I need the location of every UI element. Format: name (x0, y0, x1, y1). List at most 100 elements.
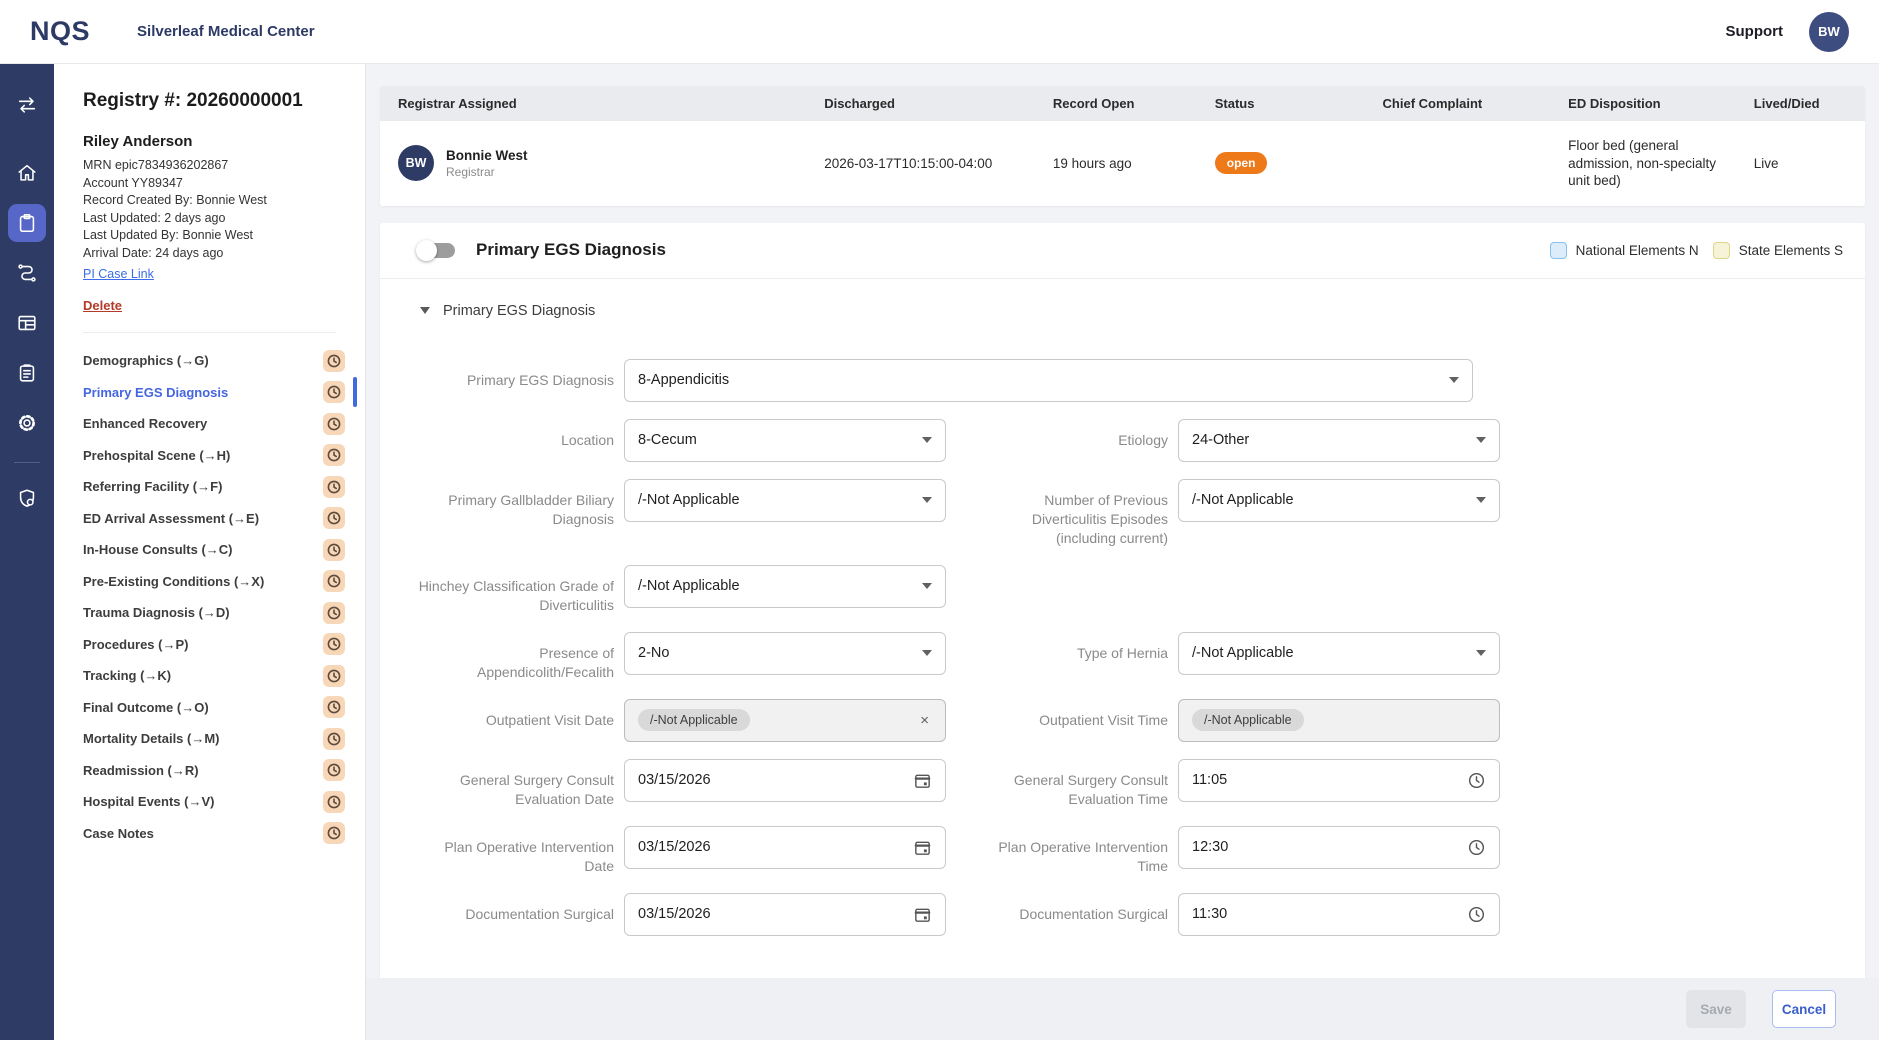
section-header: Primary EGS Diagnosis National Elements … (380, 223, 1865, 279)
settings-gear-icon[interactable] (8, 404, 46, 442)
nav-item-pre-existing-conditions[interactable]: Pre-Existing Conditions (→X) (83, 566, 365, 598)
reports-table-icon[interactable] (8, 304, 46, 342)
calendar-icon[interactable] (913, 838, 932, 857)
arrival-date: Arrival Date: 24 days ago (83, 245, 365, 263)
registry-clipboard-icon[interactable] (8, 204, 46, 242)
nav-item-tracking[interactable]: Tracking (→K) (83, 660, 365, 692)
record-open-value: 19 hours ago (1035, 121, 1197, 206)
top-bar: NQS Silverleaf Medical Center Support BW (0, 0, 1879, 64)
section-status-clock-icon[interactable] (323, 728, 345, 750)
col-discharged: Discharged (806, 86, 1035, 121)
section-status-clock-icon[interactable] (323, 350, 345, 372)
col-chief-complaint: Chief Complaint (1365, 86, 1551, 121)
route-icon[interactable] (8, 254, 46, 292)
section-status-clock-icon[interactable] (323, 381, 345, 403)
dropdown-caret-icon (1449, 377, 1459, 383)
nav-item-case-notes[interactable]: Case Notes (83, 818, 365, 850)
delete-record-link[interactable]: Delete (83, 298, 122, 313)
nav-item-primary-egs-diagnosis[interactable]: Primary EGS Diagnosis (83, 377, 365, 409)
field-label-plan-operative-time: Plan Operative Intervention Time (982, 826, 1168, 876)
section-status-clock-icon[interactable] (323, 570, 345, 592)
nav-item-final-outcome[interactable]: Final Outcome (→O) (83, 692, 365, 724)
user-avatar[interactable]: BW (1809, 12, 1849, 52)
last-updated-by: Last Updated By: Bonnie West (83, 227, 365, 245)
nav-item-referring-facility[interactable]: Referring Facility (→F) (83, 471, 365, 503)
outpatient-visit-date-field[interactable]: /-Not Applicable × (624, 699, 946, 742)
section-status-clock-icon[interactable] (323, 413, 345, 435)
section-status-clock-icon[interactable] (323, 444, 345, 466)
nav-item-in-house-consults[interactable]: In-House Consults (→C) (83, 534, 365, 566)
section-status-clock-icon[interactable] (323, 822, 345, 844)
record-created-by: Record Created By: Bonnie West (83, 192, 365, 210)
support-link[interactable]: Support (1726, 23, 1784, 40)
calendar-icon[interactable] (913, 771, 932, 790)
cancel-button[interactable]: Cancel (1772, 990, 1836, 1028)
ed-disposition-value: Floor bed (general admission, non-specia… (1550, 121, 1736, 206)
diagnosis-form: Primary EGS Diagnosis 8-Appendicitis Loc… (380, 319, 1865, 936)
location-select[interactable]: 8-Cecum (624, 419, 946, 462)
section-status-clock-icon[interactable] (323, 791, 345, 813)
tasks-clipboard-icon[interactable] (8, 354, 46, 392)
appendicolith-presence-select[interactable]: 2-No (624, 632, 946, 675)
record-table-header: Registrar Assigned Discharged Record Ope… (380, 86, 1865, 121)
field-label-location: Location (418, 419, 614, 450)
section-status-clock-icon[interactable] (323, 633, 345, 655)
save-button[interactable]: Save (1686, 990, 1746, 1028)
home-icon[interactable] (8, 154, 46, 192)
clock-icon[interactable] (1467, 771, 1486, 790)
nav-item-enhanced-recovery[interactable]: Enhanced Recovery (83, 408, 365, 440)
subsection-collapse-header[interactable]: Primary EGS Diagnosis (380, 279, 1865, 319)
nav-item-readmission[interactable]: Readmission (→R) (83, 755, 365, 787)
nav-item-ed-arrival-assessment[interactable]: ED Arrival Assessment (→E) (83, 503, 365, 535)
gs-consult-evaluation-date-input[interactable]: 03/15/2026 (624, 759, 946, 802)
field-label-outpatient-visit-date: Outpatient Visit Date (418, 699, 614, 730)
state-elements-swatch (1713, 242, 1730, 259)
registrar-avatar: BW (398, 145, 434, 181)
dropdown-caret-icon (1476, 437, 1486, 443)
primary-egs-diagnosis-select[interactable]: 8-Appendicitis (624, 359, 1473, 402)
primary-egs-diagnosis-card: Primary EGS Diagnosis National Elements … (380, 223, 1865, 979)
section-status-clock-icon[interactable] (323, 507, 345, 529)
dropdown-caret-icon (922, 497, 932, 503)
section-status-clock-icon[interactable] (323, 696, 345, 718)
section-toggle[interactable] (418, 243, 455, 258)
diverticulitis-episodes-select[interactable]: /-Not Applicable (1178, 479, 1500, 522)
nav-item-demographics[interactable]: Demographics (→G) (83, 345, 365, 377)
dropdown-caret-icon (922, 583, 932, 589)
national-elements-label: National Elements N (1576, 243, 1699, 258)
plan-operative-date-input[interactable]: 03/15/2026 (624, 826, 946, 869)
pi-case-link[interactable]: PI Case Link (83, 267, 154, 281)
plan-operative-time-input[interactable]: 12:30 (1178, 826, 1500, 869)
clock-icon[interactable] (1467, 905, 1486, 924)
outpatient-visit-time-field[interactable]: /-Not Applicable (1178, 699, 1500, 742)
section-status-clock-icon[interactable] (323, 476, 345, 498)
clock-icon[interactable] (1467, 838, 1486, 857)
documentation-surgical-date-input[interactable]: 03/15/2026 (624, 893, 946, 936)
etiology-select[interactable]: 24-Other (1178, 419, 1500, 462)
nav-item-mortality-details[interactable]: Mortality Details (→M) (83, 723, 365, 755)
gallbladder-biliary-diagnosis-select[interactable]: /-Not Applicable (624, 479, 946, 522)
subsection-title: Primary EGS Diagnosis (443, 303, 595, 319)
nav-item-trauma-diagnosis[interactable]: Trauma Diagnosis (→D) (83, 597, 365, 629)
hinchey-classification-select[interactable]: /-Not Applicable (624, 565, 946, 608)
nav-item-prehospital-scene[interactable]: Prehospital Scene (→H) (83, 440, 365, 472)
section-status-clock-icon[interactable] (323, 602, 345, 624)
gs-consult-evaluation-time-input[interactable]: 11:05 (1178, 759, 1500, 802)
nav-item-hospital-events[interactable]: Hospital Events (→V) (83, 786, 365, 818)
swap-arrows-icon[interactable] (8, 86, 46, 124)
admin-shield-icon[interactable] (8, 479, 46, 517)
record-table-row[interactable]: BW Bonnie West Registrar 2026-03-17T10:1… (380, 121, 1865, 206)
clear-icon[interactable]: × (917, 712, 932, 729)
dropdown-caret-icon (922, 650, 932, 656)
calendar-icon[interactable] (913, 905, 932, 924)
section-status-clock-icon[interactable] (323, 665, 345, 687)
status-badge: open (1215, 152, 1268, 174)
field-label-hinchey-classification: Hinchey Classification Grade of Divertic… (418, 565, 614, 615)
section-status-clock-icon[interactable] (323, 539, 345, 561)
documentation-surgical-time-input[interactable]: 11:30 (1178, 893, 1500, 936)
section-status-clock-icon[interactable] (323, 759, 345, 781)
nav-item-procedures[interactable]: Procedures (→P) (83, 629, 365, 661)
dropdown-caret-icon (1476, 650, 1486, 656)
type-of-hernia-select[interactable]: /-Not Applicable (1178, 632, 1500, 675)
col-ed-disposition: ED Disposition (1550, 86, 1736, 121)
